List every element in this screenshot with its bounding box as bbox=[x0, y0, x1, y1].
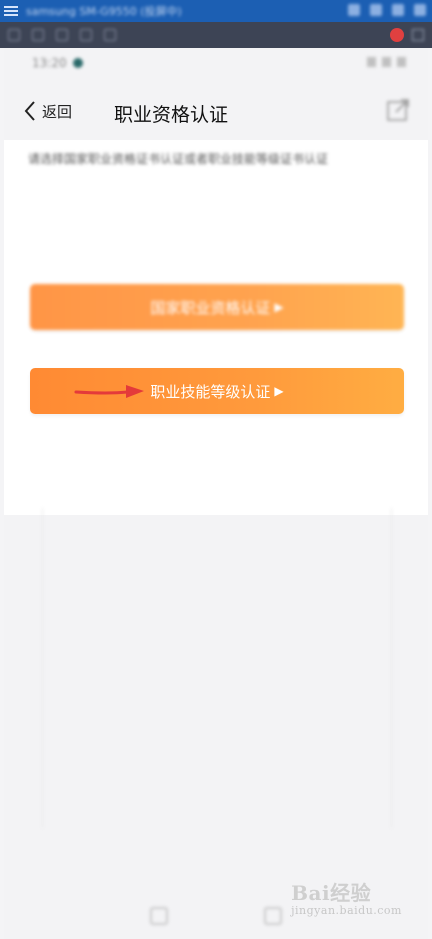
background-panel bbox=[42, 508, 392, 828]
maximize-icon[interactable] bbox=[392, 4, 404, 16]
recent-apps-icon[interactable] bbox=[150, 907, 168, 925]
back-label: 返回 bbox=[42, 102, 73, 121]
status-time: 13:20 bbox=[32, 56, 67, 70]
tool-icon[interactable] bbox=[8, 29, 20, 41]
tool-icon[interactable] bbox=[56, 29, 68, 41]
close-icon[interactable] bbox=[414, 4, 426, 16]
status-bar: 13:20 bbox=[4, 48, 428, 78]
signal-icon bbox=[367, 57, 376, 67]
phone-screen: 13:20 返回 职业资格认证 请选择国家职业资格证书认证或者职业技能等级证书认… bbox=[4, 48, 428, 939]
pin-icon[interactable] bbox=[348, 4, 360, 16]
share-icon[interactable] bbox=[386, 98, 410, 122]
settings-icon[interactable] bbox=[412, 29, 424, 41]
tool-icon[interactable] bbox=[32, 29, 44, 41]
watermark-brand: Bai经验 bbox=[291, 881, 372, 905]
menu-icon[interactable] bbox=[4, 4, 18, 18]
mirror-window-title: samsung SM-G9550 (投屏中) bbox=[26, 5, 182, 18]
watermark: Bai经验 jingyan.baidu.com bbox=[291, 877, 402, 917]
annotation-arrow-icon bbox=[74, 385, 144, 398]
chevron-left-icon bbox=[24, 101, 35, 121]
window-controls[interactable] bbox=[348, 4, 426, 16]
tool-icon[interactable] bbox=[104, 29, 116, 41]
national-qualification-button[interactable]: 国家职业资格认证 ▶ bbox=[30, 284, 404, 330]
minimize-icon[interactable] bbox=[370, 4, 382, 16]
button-label: 国家职业资格认证 bbox=[150, 298, 271, 317]
notification-icon bbox=[72, 58, 83, 68]
page-title: 职业资格认证 bbox=[114, 104, 229, 126]
record-icon[interactable] bbox=[390, 28, 404, 42]
tool-icon[interactable] bbox=[80, 29, 92, 41]
instruction-text: 请选择国家职业资格证书认证或者职业技能等级证书认证 bbox=[28, 152, 329, 166]
back-button[interactable]: 返回 bbox=[24, 100, 72, 122]
wifi-icon bbox=[382, 57, 391, 67]
button-label: 职业技能等级认证 bbox=[150, 382, 271, 401]
navigation-bar: 返回 职业资格认证 bbox=[4, 88, 428, 136]
watermark-url: jingyan.baidu.com bbox=[291, 904, 402, 917]
battery-icon bbox=[397, 57, 406, 67]
play-icon: ▶ bbox=[274, 384, 284, 398]
mirror-toolbar bbox=[0, 22, 432, 48]
play-icon: ▶ bbox=[274, 300, 284, 314]
home-icon[interactable] bbox=[264, 907, 282, 925]
mirror-window-titlebar: samsung SM-G9550 (投屏中) bbox=[0, 0, 432, 22]
